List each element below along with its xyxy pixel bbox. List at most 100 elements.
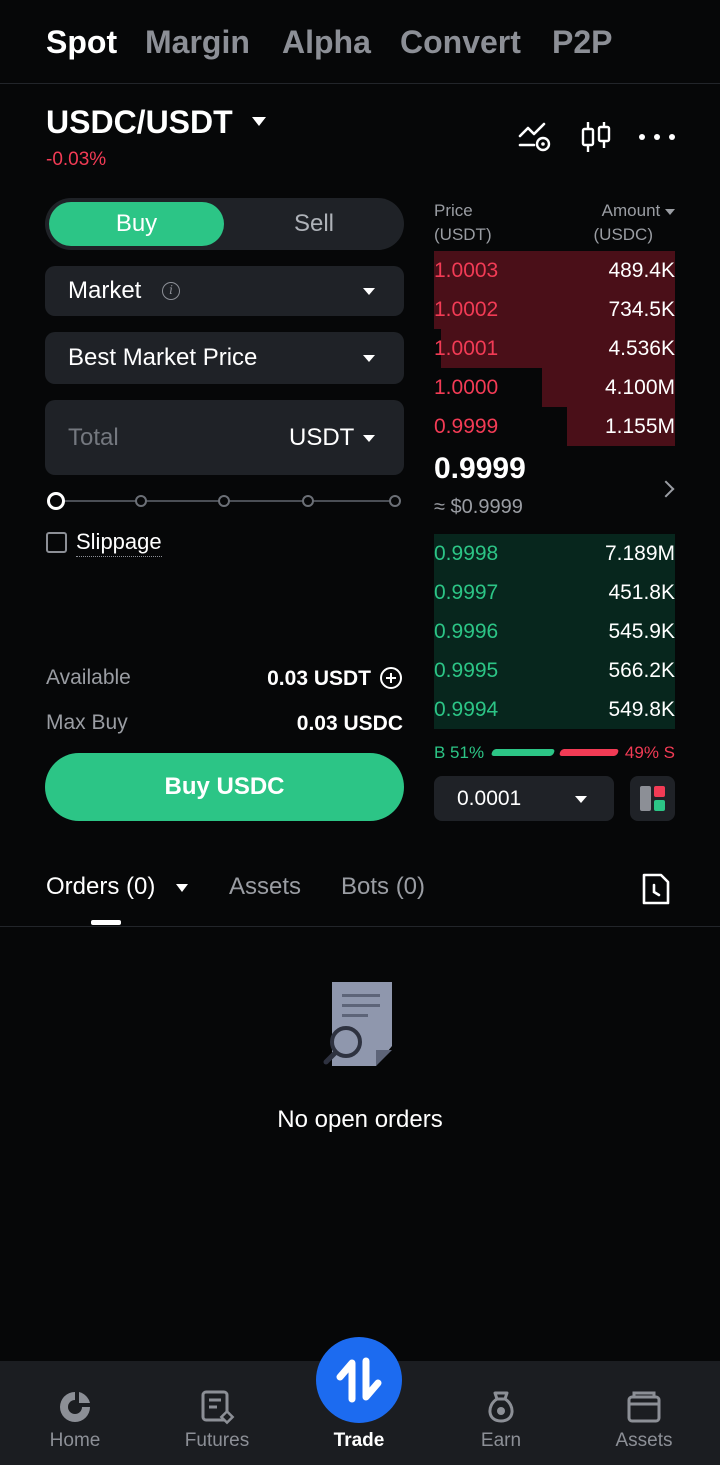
slider-step-100[interactable] <box>389 495 401 507</box>
order-type-select[interactable]: Market i <box>45 266 404 316</box>
sell-ratio: 49% S <box>624 743 675 762</box>
bid-row[interactable]: 0.9997 451.8K <box>434 573 675 612</box>
ask-row[interactable]: 0.9999 1.155M <box>434 407 675 446</box>
price-header-unit: (USDT) <box>434 225 492 244</box>
ask-row[interactable]: 1.0001 4.536K <box>434 329 675 368</box>
buy-ratio: B 51% <box>434 743 485 762</box>
side-toggle: Buy Sell <box>45 198 404 250</box>
available-label: Available <box>46 666 131 689</box>
empty-document-icon <box>323 982 392 1066</box>
book-layout-button[interactable] <box>630 776 675 821</box>
amount-slider-thumb[interactable] <box>47 492 65 510</box>
nav-assets[interactable]: Assets <box>572 1361 716 1465</box>
order-history-icon[interactable] <box>641 872 671 906</box>
wallet-icon <box>627 1391 661 1423</box>
candlestick-chart-icon[interactable] <box>580 120 612 154</box>
info-icon[interactable]: i <box>162 282 180 300</box>
bid-row[interactable]: 0.9996 545.9K <box>434 612 675 651</box>
sell-ratio-bar <box>558 749 620 756</box>
last-price: 0.9999 <box>434 452 526 485</box>
pair-selector[interactable]: USDC/USDT <box>46 104 233 141</box>
max-buy-label: Max Buy <box>46 711 128 734</box>
total-unit-select[interactable]: USDT <box>289 424 354 452</box>
caret-down-icon[interactable] <box>176 884 188 892</box>
add-funds-icon[interactable] <box>380 667 402 689</box>
active-tab-indicator <box>91 920 121 925</box>
amount-header-label: Amount <box>601 201 661 220</box>
tab-orders[interactable]: Orders (0) <box>46 873 155 901</box>
ask-amount: 1.155M <box>604 415 675 438</box>
bid-price: 0.9998 <box>434 542 499 565</box>
precision-select[interactable]: 0.0001 <box>434 776 614 821</box>
bid-row[interactable]: 0.9998 7.189M <box>434 534 675 573</box>
nav-earn[interactable]: Earn <box>429 1361 573 1465</box>
tab-margin[interactable]: Margin <box>145 24 250 61</box>
slider-step-50[interactable] <box>218 495 230 507</box>
empty-state-message: No open orders <box>277 1106 443 1133</box>
amount-column-header[interactable]: Amount (USDC) <box>593 199 675 247</box>
tab-convert[interactable]: Convert <box>400 24 521 61</box>
precision-value: 0.0001 <box>457 787 522 810</box>
buy-tab[interactable]: Buy <box>49 202 224 246</box>
nav-trade-label: Trade <box>333 1430 385 1451</box>
bid-row[interactable]: 0.9994 549.8K <box>434 690 675 729</box>
futures-icon <box>201 1390 235 1425</box>
tab-p2p[interactable]: P2P <box>552 24 612 61</box>
total-placeholder: Total <box>68 424 119 451</box>
price-column-header: Price (USDT) <box>434 199 492 247</box>
tab-bots[interactable]: Bots (0) <box>341 873 425 901</box>
ask-row[interactable]: 1.0003 489.4K <box>434 251 675 290</box>
ask-row[interactable]: 1.0002 734.5K <box>434 290 675 329</box>
ask-row[interactable]: 1.0000 4.100M <box>434 368 675 407</box>
caret-down-icon[interactable] <box>252 117 266 126</box>
slider-step-25[interactable] <box>135 495 147 507</box>
total-input[interactable]: Total USDT <box>45 400 404 475</box>
tab-alpha[interactable]: Alpha <box>282 24 371 61</box>
ask-amount: 489.4K <box>608 259 675 282</box>
bid-price: 0.9994 <box>434 698 499 721</box>
nav-futures[interactable]: Futures <box>145 1361 289 1465</box>
bid-price: 0.9995 <box>434 659 499 682</box>
amount-header-unit: (USDC) <box>593 225 654 244</box>
ask-price: 1.0000 <box>434 376 499 399</box>
available-value: 0.03 USDT <box>267 667 371 690</box>
price-change: -0.03% <box>46 149 107 170</box>
bid-amount: 545.9K <box>608 620 675 643</box>
sell-tab[interactable]: Sell <box>228 202 400 246</box>
ask-amount: 4.536K <box>608 337 675 360</box>
buy-ratio-bar <box>490 749 556 756</box>
chevron-down-icon <box>363 288 375 295</box>
bid-amount: 549.8K <box>608 698 675 721</box>
slippage-label[interactable]: Slippage <box>76 529 162 557</box>
price-mode-select[interactable]: Best Market Price <box>45 332 404 384</box>
trade-button[interactable] <box>316 1337 402 1423</box>
slider-step-75[interactable] <box>302 495 314 507</box>
book-layout-icon <box>640 786 665 811</box>
bid-price: 0.9996 <box>434 620 499 643</box>
order-type-label: Market <box>68 277 142 304</box>
tab-spot[interactable]: Spot <box>46 24 117 61</box>
chevron-right-icon[interactable] <box>657 480 675 498</box>
nav-home[interactable]: Home <box>3 1361 147 1465</box>
bid-row[interactable]: 0.9995 566.2K <box>434 651 675 690</box>
ask-amount: 734.5K <box>608 298 675 321</box>
price-mode-label: Best Market Price <box>68 344 258 371</box>
ask-price: 1.0001 <box>434 337 499 360</box>
nav-earn-label: Earn <box>480 1430 522 1451</box>
tab-assets[interactable]: Assets <box>229 873 301 901</box>
slippage-checkbox[interactable] <box>46 532 67 553</box>
bid-amount: 7.189M <box>604 542 675 565</box>
price-alert-icon[interactable] <box>518 120 552 152</box>
ask-price: 1.0002 <box>434 298 499 321</box>
top-tab-bar: Spot Margin Alpha Convert P2P <box>0 0 720 84</box>
home-icon <box>60 1392 90 1422</box>
buy-submit-button[interactable]: Buy USDC <box>45 753 404 821</box>
chevron-down-icon <box>363 355 375 362</box>
caret-down-icon <box>665 208 675 215</box>
divider <box>0 926 720 927</box>
more-icon[interactable] <box>638 133 676 141</box>
bid-price: 0.9997 <box>434 581 499 604</box>
ask-amount: 4.100M <box>604 376 675 399</box>
ask-price: 0.9999 <box>434 415 499 438</box>
chevron-down-icon <box>575 796 587 803</box>
